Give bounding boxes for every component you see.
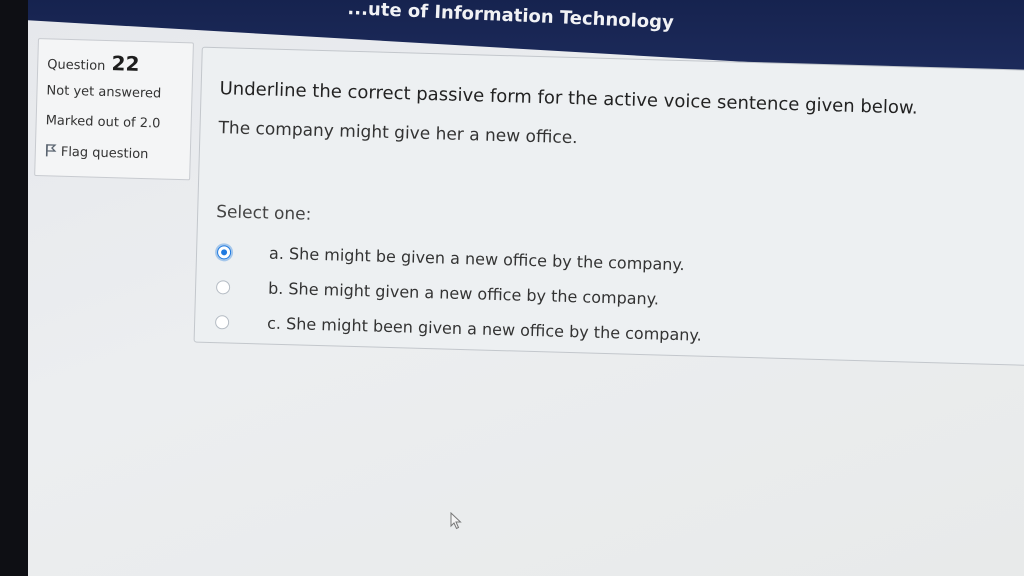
question-formulation: Underline the correct passive form for t… [193, 46, 1024, 367]
question-sentence: The company might give her a new office. [218, 118, 578, 149]
question-grade: Marked out of 2.0 [45, 113, 161, 132]
mouse-cursor-icon [450, 512, 462, 530]
flag-question-link[interactable]: Flag question [45, 143, 149, 162]
flag-question-label: Flag question [60, 144, 149, 163]
flag-icon [45, 144, 57, 157]
answer-option-label[interactable]: c. She might been given a new office by … [267, 314, 702, 345]
question-number: Question 22 [47, 49, 140, 76]
quiz-content: Question 22 Not yet answered Marked out … [28, 38, 1024, 576]
answer-option-label[interactable]: a. She might be given a new office by th… [269, 244, 685, 275]
question-info: Question 22 Not yet answered Marked out … [34, 38, 194, 181]
radio-button-b[interactable] [215, 279, 231, 295]
question-state: Not yet answered [46, 83, 162, 102]
radio-button-c[interactable] [214, 314, 230, 330]
answer-options: a. She might be given a new office by th… [214, 234, 704, 353]
question-text: Underline the correct passive form for t… [219, 78, 918, 119]
question-number-value: 22 [111, 51, 140, 76]
question-label: Question [47, 57, 106, 74]
select-one-prompt: Select one: [215, 202, 312, 225]
radio-button-a[interactable] [216, 244, 232, 260]
answer-option-label[interactable]: b. She might given a new office by the c… [268, 279, 659, 309]
screen: ...ute of Information Technology Questio… [28, 0, 1024, 576]
